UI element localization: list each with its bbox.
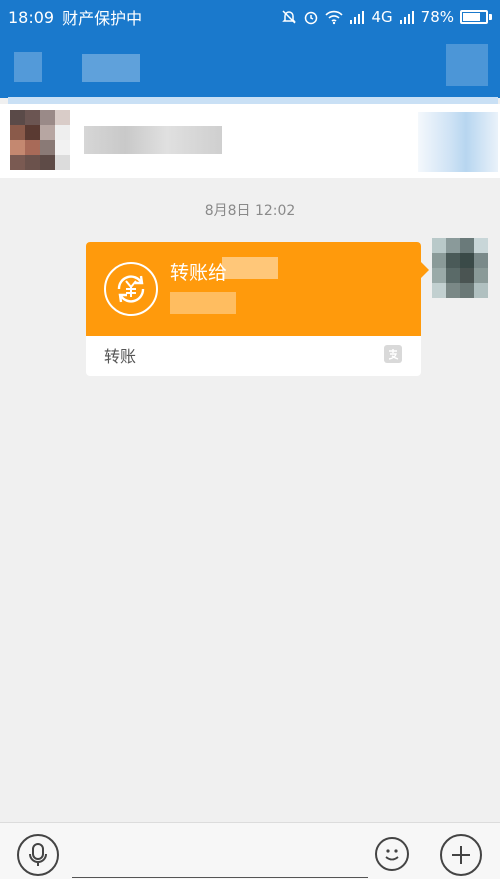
wifi-icon (325, 10, 344, 25)
amount-obscured (170, 292, 236, 314)
message-input[interactable] (72, 877, 368, 878)
silent-bell-icon (282, 10, 297, 24)
more-button[interactable] (440, 834, 482, 876)
message-timestamp: 8月8日 12:02 (204, 203, 296, 219)
yuan-transfer-icon (104, 262, 158, 316)
alarm-icon (305, 11, 318, 25)
my-avatar[interactable] (432, 238, 488, 298)
back-button[interactable] (14, 52, 42, 82)
microphone-icon (29, 843, 47, 866)
network-type: 4G (371, 8, 393, 26)
nav-bar (0, 34, 500, 98)
voice-button[interactable] (17, 834, 59, 876)
transfer-card-header: 转账给 (86, 242, 421, 336)
contact-action-obscured[interactable] (418, 112, 498, 172)
status-left: 18:09 财产保护中 (8, 5, 142, 29)
battery-percent: 78% (420, 8, 454, 26)
alipay-icon (384, 345, 402, 363)
input-bar (0, 822, 500, 879)
emoji-icon (385, 849, 399, 861)
recipient-obscured (222, 257, 278, 279)
emoji-button[interactable] (375, 837, 409, 871)
battery-icon (460, 10, 492, 24)
profile-button[interactable] (446, 44, 488, 86)
contact-strip[interactable] (0, 104, 500, 178)
status-time: 18:09 (8, 7, 55, 27)
contact-avatar (10, 110, 70, 170)
signal-icon (350, 11, 365, 24)
transfer-footer-label: 转账 (104, 347, 137, 366)
bubble-tail (421, 262, 429, 278)
signal-icon-2 (399, 11, 414, 24)
transfer-title: 转账给 (170, 262, 228, 284)
status-right: 4G 78% (281, 8, 492, 26)
status-bar: 18:09 财产保护中 4G 78% (0, 0, 500, 34)
contact-name-obscured (82, 54, 140, 82)
plus-icon (452, 846, 470, 864)
transfer-message-card[interactable]: 转账给 转账 (86, 242, 429, 376)
status-notification: 财产保护中 (62, 9, 143, 28)
contact-info-obscured (84, 126, 222, 154)
